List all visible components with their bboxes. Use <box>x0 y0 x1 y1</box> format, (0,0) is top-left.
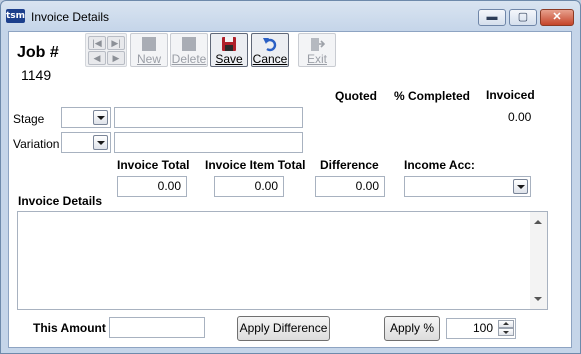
chevron-down-icon[interactable] <box>93 135 108 150</box>
scroll-up-icon[interactable] <box>534 220 542 224</box>
close-button[interactable]: ✕ <box>540 9 574 26</box>
job-number: 1149 <box>21 67 52 83</box>
apply-percent-button[interactable]: Apply % <box>384 316 440 341</box>
delete-icon <box>182 37 196 51</box>
variation-label: Variation <box>13 137 60 151</box>
title-bar[interactable]: tsm Invoice Details ▬ ▢ ✕ <box>1 1 580 31</box>
delete-button[interactable]: Delete <box>170 33 208 67</box>
stage-description-field[interactable] <box>114 107 303 128</box>
next-record-icon[interactable]: ▶ <box>107 51 125 65</box>
difference-label: Difference <box>320 158 379 172</box>
chevron-down-icon[interactable] <box>513 179 528 194</box>
spin-up-icon[interactable] <box>498 320 514 328</box>
exit-button[interactable]: Exit <box>298 33 336 67</box>
invoice-details-textarea[interactable] <box>17 211 548 310</box>
invoice-total-label: Invoice Total <box>117 158 190 172</box>
cancel-label: Cance <box>252 52 288 66</box>
invoice-details-window: tsm Invoice Details ▬ ▢ ✕ Job # 1149 |◀ … <box>0 0 581 354</box>
quoted-header: Quoted <box>335 89 377 103</box>
invoice-item-total-label: Invoice Item Total <box>205 158 306 172</box>
apply-difference-button[interactable]: Apply Difference <box>237 316 330 341</box>
new-label: New <box>136 52 161 66</box>
chevron-down-icon[interactable] <box>93 110 108 125</box>
variation-description-field[interactable] <box>114 132 303 153</box>
save-label: Save <box>215 52 243 66</box>
variation-select[interactable] <box>61 132 111 153</box>
difference-field[interactable]: 0.00 <box>315 176 385 197</box>
save-button[interactable]: Save <box>210 33 248 67</box>
invoiced-header: Invoiced <box>486 88 535 102</box>
income-account-label: Income Acc: <box>404 158 475 172</box>
delete-label: Delete <box>171 52 207 66</box>
new-button[interactable]: New <box>130 33 168 67</box>
vertical-scrollbar[interactable] <box>530 212 547 309</box>
stage-select[interactable] <box>61 107 111 128</box>
undo-icon <box>263 38 277 52</box>
this-amount-field[interactable] <box>109 317 205 338</box>
invoice-details-label: Invoice Details <box>18 194 103 208</box>
invoice-total-field[interactable]: 0.00 <box>117 176 187 197</box>
floppy-disk-icon <box>222 37 236 51</box>
minimize-button[interactable]: ▬ <box>478 9 506 26</box>
stage-label: Stage <box>13 112 45 126</box>
maximize-button[interactable]: ▢ <box>509 9 537 26</box>
window-title: Invoice Details <box>31 10 110 24</box>
exit-door-icon <box>311 38 325 51</box>
spin-buttons[interactable] <box>498 320 514 337</box>
percent-stepper[interactable]: 100 <box>446 318 516 339</box>
form-area: Job # 1149 |◀ ▶| ◀ ▶ New Delete Save Can… <box>8 31 572 348</box>
invoiced-value: 0.00 <box>508 110 532 124</box>
exit-label: Exit <box>306 52 327 66</box>
percent-value: 100 <box>472 321 493 335</box>
first-record-icon[interactable]: |◀ <box>88 36 106 50</box>
app-logo-icon: tsm <box>6 9 26 23</box>
job-label: Job # <box>17 44 59 61</box>
invoice-item-total-field[interactable]: 0.00 <box>214 176 284 197</box>
record-navigator: |◀ ▶| ◀ ▶ <box>85 33 127 67</box>
percent-completed-header: % Completed <box>394 89 471 103</box>
new-icon <box>142 37 156 51</box>
scroll-down-icon[interactable] <box>534 297 542 301</box>
spin-down-icon[interactable] <box>498 328 514 336</box>
previous-record-icon[interactable]: ◀ <box>88 51 106 65</box>
cancel-button[interactable]: Cance <box>251 33 289 67</box>
last-record-icon[interactable]: ▶| <box>107 36 125 50</box>
this-amount-label: This Amount <box>33 321 106 335</box>
income-account-select[interactable] <box>404 176 531 197</box>
